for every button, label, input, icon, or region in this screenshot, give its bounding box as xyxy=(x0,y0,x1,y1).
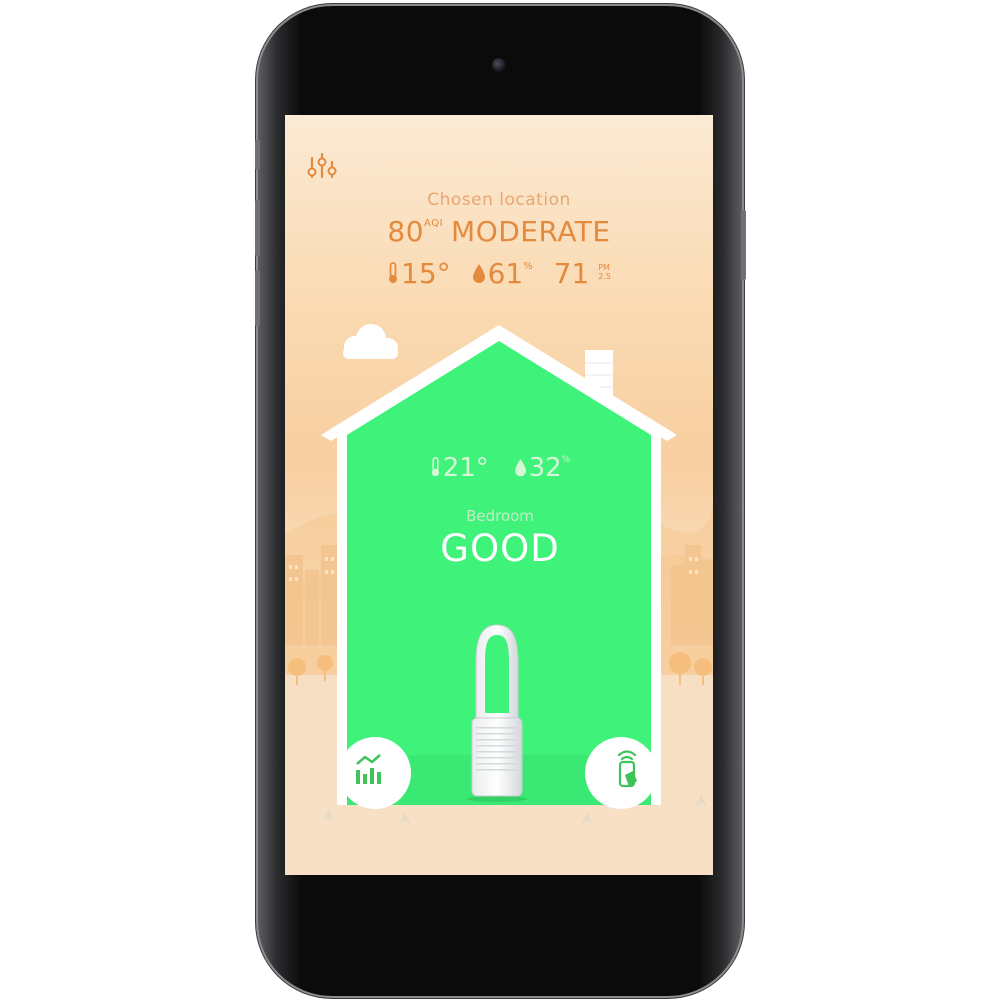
droplet-icon xyxy=(514,458,526,477)
volume-up-button xyxy=(255,200,260,256)
thermometer-icon xyxy=(431,457,439,477)
mute-switch xyxy=(255,140,260,170)
remote-control-icon xyxy=(617,750,637,788)
front-camera xyxy=(492,58,506,72)
indoor-stats: 21° 32% xyxy=(405,453,595,483)
chart-history-icon xyxy=(356,754,381,784)
indoor-humidity-unit: % xyxy=(561,455,571,465)
remote-control-button[interactable] xyxy=(585,737,657,809)
air-purifier-device[interactable] xyxy=(462,623,532,803)
indoor-humidity-value: 32 xyxy=(528,453,562,483)
indoor-temperature-value: 21° xyxy=(442,453,489,483)
room-air-status: GOOD xyxy=(440,527,560,570)
volume-down-button xyxy=(255,270,260,326)
room-name: Bedroom xyxy=(466,507,534,525)
app-screen: Chosen location 80AQI MODERATE 15° 61% 71… xyxy=(285,115,713,875)
power-button xyxy=(741,210,746,280)
history-button[interactable] xyxy=(339,737,411,809)
